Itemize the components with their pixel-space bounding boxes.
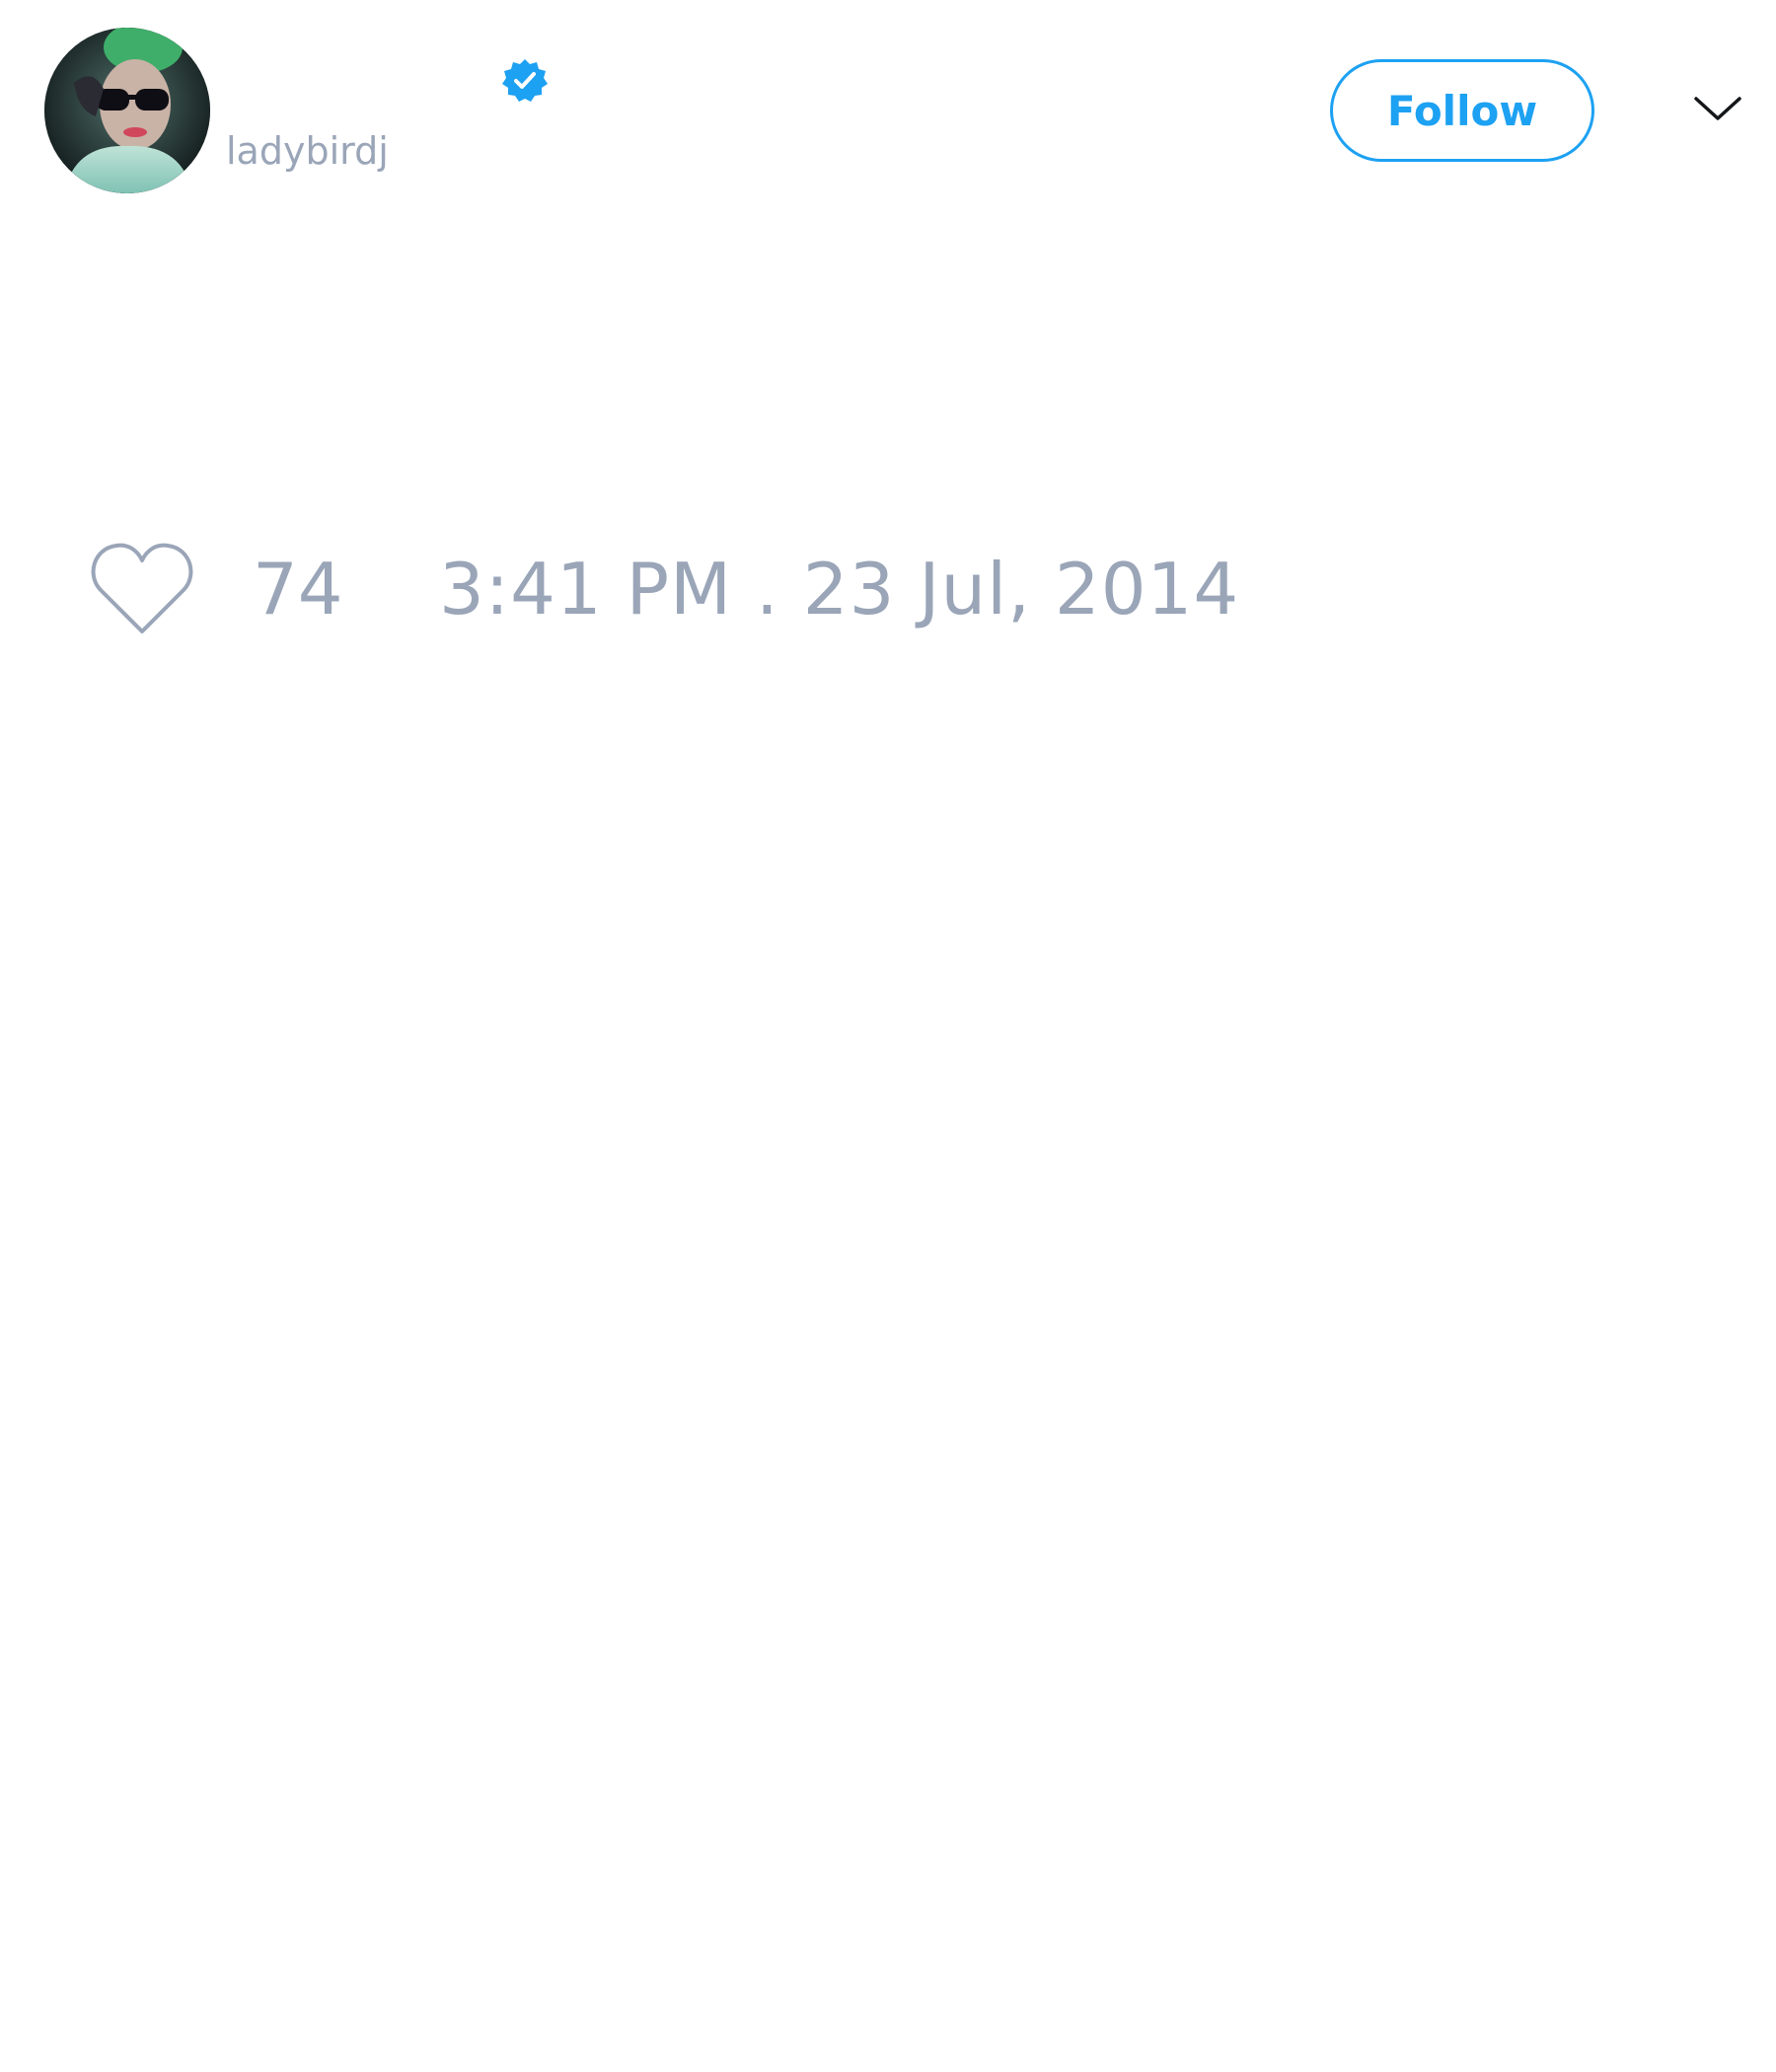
follow-button[interactable]: Follow — [1330, 59, 1594, 162]
avatar[interactable] — [44, 28, 210, 193]
avatar-photo — [44, 28, 210, 193]
timestamp[interactable]: 3:41 PM . 23 Jul, 2014 — [439, 548, 1239, 630]
heart-outline-icon[interactable] — [89, 541, 195, 637]
like-count: 74 — [253, 548, 343, 630]
verified-badge-icon — [502, 59, 548, 102]
chevron-down-icon[interactable] — [1690, 87, 1745, 130]
handle[interactable]: ladybirdj — [226, 126, 389, 176]
